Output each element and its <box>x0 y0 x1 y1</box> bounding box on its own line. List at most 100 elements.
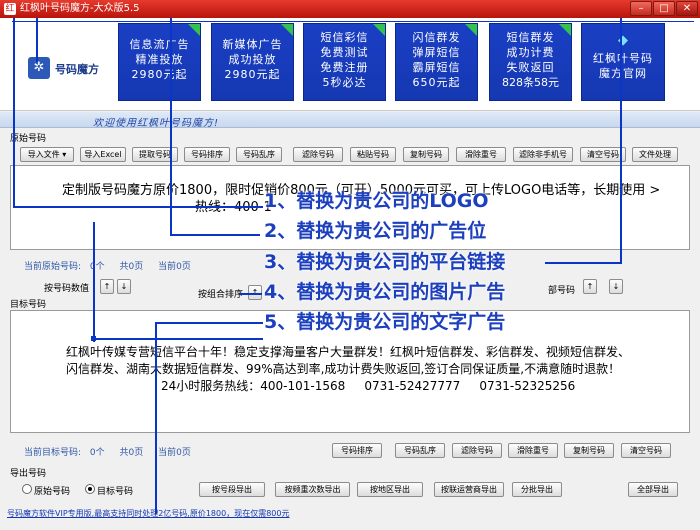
arrow-down-button[interactable]: ↓ <box>117 279 131 294</box>
export-group-title: 导出号码 <box>10 469 47 479</box>
batch-export-button[interactable]: 分批导出 <box>512 482 562 497</box>
status-label: 当前目标号码: <box>24 448 82 458</box>
target-dedupe-button[interactable]: 滑除重号 <box>508 443 558 458</box>
ad-line: 弹屏短信 <box>412 46 461 59</box>
arrow-down-button[interactable]: ↓ <box>609 279 623 294</box>
callout-line <box>155 322 157 514</box>
logo[interactable]: ✲ 号码魔方 <box>22 53 102 87</box>
ad-line: 魔方官网 <box>599 67 647 80</box>
source-radio-label: 原始号码 <box>34 487 71 497</box>
ad-tile-1[interactable]: 信息流广告 精准投放 2980元起 <box>118 23 201 101</box>
ad-line: 650元起 <box>412 76 461 89</box>
export-by-region-button[interactable]: 按地区导出 <box>357 482 423 497</box>
sort-by-value-label: 按号码数值 <box>44 284 90 294</box>
export-all-button[interactable]: 全部导出 <box>628 482 678 497</box>
ad-tile-4[interactable]: 闪信群发 弹屏短信 霸屏短信 650元起 <box>395 23 478 101</box>
callout-line <box>13 206 263 208</box>
close-button[interactable]: ✕ <box>676 1 698 16</box>
dedupe-button[interactable]: 滑除重号 <box>456 147 506 162</box>
ad-line: 成功计费 <box>506 46 555 59</box>
callout-line <box>93 222 95 342</box>
ad-tile-2[interactable]: 新媒体广告 成功投放 2980元起 <box>211 23 294 101</box>
status-label: 当前原始号码: <box>24 262 82 272</box>
footer-promo-link[interactable]: 号码魔方软件VIP专用版,最高支持同时处理2亿号码,原价1800，现在仅需800… <box>7 508 289 519</box>
ad-line: 成功投放 <box>228 53 277 66</box>
filter-numbers-button[interactable]: 滤除号码 <box>293 147 343 162</box>
target-promo-line: 闪信群发、湖南大数据短信群发、99%高达到率,成功计费失败返回,签订合同保证质量… <box>66 362 621 376</box>
ad-tile-5[interactable]: 短信群发 成功计费 失败返回 828条58元 <box>489 23 572 101</box>
target-status: 当前目标号码: 0个 共0页 当前0页 <box>24 445 191 458</box>
status-count: 0个 <box>89 448 105 458</box>
target-shuffle-button[interactable]: 号码乱序 <box>395 443 445 458</box>
ad-line: 红枫叶号码 <box>593 52 653 65</box>
callout-line <box>620 18 622 263</box>
target-group-title: 目标号码 <box>10 300 47 310</box>
paste-numbers-button[interactable]: 粘贴号码 <box>350 147 396 162</box>
ad-corner <box>465 24 477 36</box>
status-pages: 共0页 <box>119 448 144 458</box>
ad-tile-official-site[interactable]: ◆ 红枫叶号码 魔方官网 <box>581 23 665 101</box>
target-radio[interactable] <box>85 484 95 494</box>
ad-tile-3[interactable]: 短信彩信 免费测试 免费注册 5秒必达 <box>303 23 386 101</box>
source-radio[interactable] <box>22 484 32 494</box>
sort-by-combo-label: 按组合排序 <box>198 290 244 300</box>
callout-line <box>545 262 622 264</box>
target-copy-button[interactable]: 复制号码 <box>564 443 614 458</box>
ad-line: 信息流广告 <box>129 38 190 51</box>
import-excel-button[interactable]: 导入Excel <box>80 147 126 162</box>
overlay-item-image-ad: 4、替换为贵公司的图片广告 <box>264 281 506 303</box>
ad-line: 失败返回 <box>506 61 555 74</box>
copy-numbers-button[interactable]: 复制号码 <box>403 147 449 162</box>
diamond-icon: ◆ <box>618 33 628 48</box>
callout-line <box>93 338 263 340</box>
filter-non-mobile-button[interactable]: 滤除非手机号 <box>513 147 573 162</box>
target-promo-line: 红枫叶传媒专营短信平台十年！稳定支撑海量客户大量群发！红枫叶短信群发、彩信群发、… <box>66 345 631 359</box>
partial-numbers-label: 部号码 <box>548 286 576 296</box>
shuffle-numbers-button[interactable]: 号码乱序 <box>236 147 282 162</box>
arrow-up-button[interactable]: ↑ <box>583 279 597 294</box>
target-sort-button[interactable]: 号码排序 <box>332 443 382 458</box>
callout-line <box>13 18 15 208</box>
ad-corner <box>559 24 571 36</box>
ad-corner <box>373 24 385 36</box>
target-filter-button[interactable]: 滤除号码 <box>452 443 502 458</box>
ad-line: 霸屏短信 <box>412 61 461 74</box>
ad-line: 精准投放 <box>135 53 184 66</box>
ad-line: 2980元起 <box>131 68 188 81</box>
file-processing-button[interactable]: 文件处理 <box>632 147 678 162</box>
callout-line <box>240 293 262 295</box>
ad-line: 828条58元 <box>502 76 559 89</box>
ad-line: 新媒体广告 <box>222 38 283 51</box>
ad-line: 2980元起 <box>224 68 281 81</box>
window-title: 红枫叶号码魔方-大众版5.5 <box>20 3 140 14</box>
source-status: 当前原始号码: 0个 共0页 当前0页 <box>24 259 191 272</box>
import-file-button[interactable]: 导入文件 ▾ <box>20 147 74 162</box>
ad-corner <box>281 24 293 36</box>
sort-numbers-button[interactable]: 号码排序 <box>184 147 230 162</box>
ad-line: 5秒必达 <box>322 76 367 89</box>
callout-line <box>12 18 694 22</box>
callout-line <box>36 18 38 62</box>
overlay-item-text-ad: 5、替换为贵公司的文字广告 <box>264 311 506 333</box>
status-current: 当前0页 <box>158 262 191 272</box>
overlay-item-platform-link: 3、替换为贵公司的平台链接 <box>264 251 506 273</box>
maximize-button[interactable]: □ <box>653 1 675 16</box>
ad-line: 免费测试 <box>320 46 369 59</box>
source-group-title: 原始号码 <box>10 134 47 144</box>
target-promo-line: 24小时服务热线：400-101-1568 0731-52427777 0731… <box>161 379 576 393</box>
maple-leaf-icon: ✲ <box>28 57 50 79</box>
export-by-repeat-button[interactable]: 按频重次数导出 <box>275 482 350 497</box>
logo-text: 号码魔方 <box>55 63 99 76</box>
ad-line: 免费注册 <box>320 61 369 74</box>
status-current: 当前0页 <box>158 448 191 458</box>
welcome-text: 欢迎使用红枫叶号码魔方! <box>93 118 220 129</box>
minimize-button[interactable]: – <box>630 1 652 16</box>
export-by-segment-button[interactable]: 按号段导出 <box>199 482 265 497</box>
target-radio-label: 目标号码 <box>97 487 134 497</box>
app-icon: 红 <box>4 3 16 15</box>
target-clear-button[interactable]: 清空号码 <box>621 443 671 458</box>
arrow-up-button[interactable]: ↑ <box>100 279 114 294</box>
callout-line <box>170 18 172 236</box>
callout-line <box>155 322 263 324</box>
export-by-carrier-button[interactable]: 按联运营商导出 <box>434 482 504 497</box>
